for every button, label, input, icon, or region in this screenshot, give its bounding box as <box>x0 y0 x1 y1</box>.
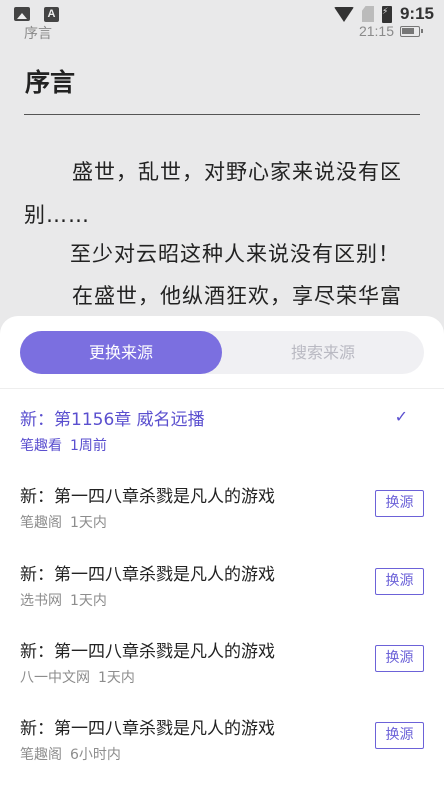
source-time: 1周前 <box>70 438 107 454</box>
source-chapter: 新：第1156章 威名远播 <box>20 410 205 430</box>
source-item[interactable]: 新：第一四八章杀戮是凡人的游戏 笔趣阁 6小时内 换源 <box>0 714 444 789</box>
source-site: 笔趣阁 <box>20 747 62 763</box>
source-chapter: 新：第一四八章杀戮是凡人的游戏 <box>20 565 275 585</box>
source-site: 笔趣阁 <box>20 515 62 531</box>
wifi-icon <box>333 6 354 22</box>
status-clock: 9:15 <box>399 4 434 23</box>
paragraph-line: 盛世，乱世，对野心家来说没有区 <box>72 160 402 184</box>
change-source-sheet: 更换来源 搜索来源 新：第1156章 威名远播 笔趣看 1周前 ✓ 新：第一四八章… <box>0 316 444 789</box>
source-meta: 笔趣阁 6小时内 <box>20 744 121 764</box>
switch-source-button[interactable]: 换源 <box>375 645 424 672</box>
source-meta: 笔趣看 1周前 <box>20 435 107 455</box>
tab-search-source[interactable]: 搜索来源 <box>222 331 424 374</box>
switch-source-button[interactable]: 换源 <box>375 568 424 595</box>
paragraph-line: 至少对云昭这种人来说没有区别！ <box>70 242 400 266</box>
source-meta: 选书网 1天内 <box>20 590 107 610</box>
source-tab-switcher: 更换来源 搜索来源 <box>20 331 424 374</box>
source-chapter: 新：第一四八章杀戮是凡人的游戏 <box>20 719 275 739</box>
source-time: 1天内 <box>70 515 107 531</box>
tab-change-source[interactable]: 更换来源 <box>20 331 222 374</box>
source-site: 选书网 <box>20 593 62 609</box>
source-chapter: 新：第一四八章杀戮是凡人的游戏 <box>20 487 275 507</box>
paragraph-line: 别…… <box>24 203 90 227</box>
chapter-title: 序言 <box>25 68 76 97</box>
source-site: 笔趣看 <box>20 438 62 454</box>
checkmark-icon: ✓ <box>394 407 408 426</box>
title-divider <box>24 114 420 115</box>
image-notification-icon <box>14 7 30 21</box>
switch-source-button[interactable]: 换源 <box>375 490 424 517</box>
reader-breadcrumb: 序言 <box>24 26 52 42</box>
source-item[interactable]: 新：第一四八章杀戮是凡人的游戏 八一中文网 1天内 换源 <box>0 637 444 713</box>
reader-time: 21:15 <box>358 23 394 39</box>
battery-charging-icon <box>381 5 392 23</box>
source-time: 6小时内 <box>70 747 121 763</box>
source-chapter: 新：第一四八章杀戮是凡人的游戏 <box>20 642 275 662</box>
source-time: 1天内 <box>70 593 107 609</box>
source-item[interactable]: 新：第一四八章杀戮是凡人的游戏 选书网 1天内 换源 <box>0 560 444 636</box>
source-meta: 八一中文网 1天内 <box>20 667 135 687</box>
source-item[interactable]: 新：第一四八章杀戮是凡人的游戏 笔趣阁 1天内 换源 <box>0 482 444 558</box>
source-time: 1天内 <box>98 670 135 686</box>
source-meta: 笔趣阁 1天内 <box>20 512 107 532</box>
font-notification-icon: A <box>44 7 59 22</box>
no-sim-icon <box>361 6 374 22</box>
source-item-current[interactable]: 新：第1156章 威名远播 笔趣看 1周前 ✓ <box>0 405 444 481</box>
reader-battery-icon <box>400 26 423 37</box>
paragraph-line: 在盛世，他纵酒狂欢，享尽荣华富 <box>72 284 402 308</box>
source-site: 八一中文网 <box>20 670 90 686</box>
switch-source-button[interactable]: 换源 <box>375 722 424 749</box>
sheet-divider <box>0 388 444 389</box>
